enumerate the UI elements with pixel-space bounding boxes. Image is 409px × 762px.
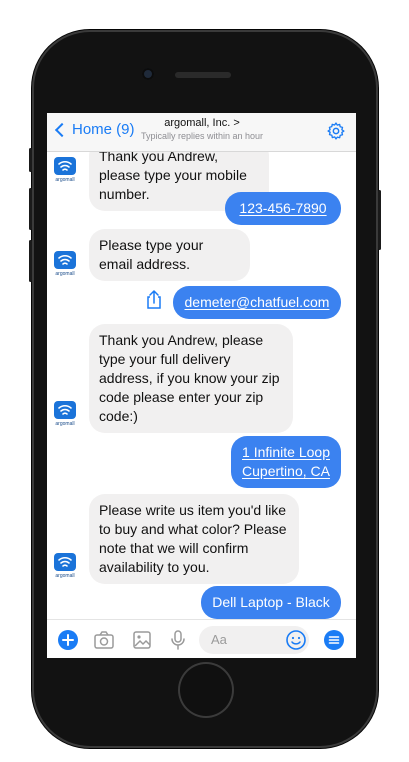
share-icon[interactable] (145, 290, 163, 310)
message-text: demeter@chatfuel.com (184, 294, 330, 310)
front-camera (142, 68, 154, 80)
camera-icon[interactable] (93, 629, 115, 651)
message-thread[interactable]: Thank you Andrew, please type your mobil… (47, 152, 356, 619)
response-time-label: Typically replies within an hour (140, 131, 264, 141)
volume-down-button (29, 240, 32, 282)
message-text-line: Cupertino, CA (242, 463, 330, 479)
home-button[interactable] (178, 662, 234, 718)
bot-message: Thank you Andrew, please type your full … (89, 324, 293, 433)
user-message[interactable]: 123-456-7890 (225, 192, 341, 225)
user-message[interactable]: 1 Infinite Loop Cupertino, CA (231, 436, 341, 488)
bot-message: Please write us item you'd like to buy a… (89, 494, 299, 584)
argomall-avatar: argomall (54, 401, 76, 426)
argomall-avatar: argomall (54, 553, 76, 578)
argomall-avatar: argomall (54, 157, 76, 182)
emoji-icon[interactable] (285, 629, 307, 651)
menu-icon[interactable] (323, 629, 345, 651)
avatar-label: argomall (55, 271, 74, 276)
page-title: argomall, Inc. > (164, 117, 240, 129)
message-text: Thank you Andrew, please type your full … (99, 332, 280, 424)
argomall-avatar: argomall (54, 251, 76, 276)
bot-message: Please type your email address. (89, 229, 250, 281)
message-text: 123-456-7890 (239, 200, 327, 216)
gear-icon[interactable] (326, 121, 346, 141)
message-composer: Aa (47, 619, 356, 658)
message-text: Thank you Andrew, please type your mobil… (99, 152, 247, 202)
volume-up-button (29, 188, 32, 230)
earpiece-speaker (175, 72, 231, 78)
user-message[interactable]: demeter@chatfuel.com (173, 286, 341, 319)
message-text: Dell Laptop - Black (212, 594, 330, 610)
power-button (378, 190, 381, 250)
chevron-left-icon (54, 122, 70, 137)
microphone-icon[interactable] (167, 629, 189, 651)
avatar-label: argomall (55, 573, 74, 578)
conversation-header: Home (9) argomall, Inc. > Typically repl… (47, 113, 356, 152)
conversation-title-block[interactable]: argomall, Inc. > Typically replies withi… (127, 117, 277, 142)
message-text: Please write us item you'd like to buy a… (99, 502, 287, 575)
back-label: Home (9) (72, 121, 135, 138)
gallery-icon[interactable] (131, 629, 153, 651)
plus-icon[interactable] (57, 629, 79, 651)
phone-mockup: Home (9) argomall, Inc. > Typically repl… (0, 0, 409, 762)
messenger-screen: Home (9) argomall, Inc. > Typically repl… (47, 113, 356, 658)
avatar-label: argomall (55, 177, 74, 182)
avatar-label: argomall (55, 421, 74, 426)
message-text: Please type your email address. (99, 237, 204, 272)
user-message[interactable]: Dell Laptop - Black (201, 586, 341, 619)
message-text-line: 1 Infinite Loop (242, 444, 330, 460)
mute-switch (29, 148, 32, 172)
back-button[interactable]: Home (9) (53, 121, 135, 138)
